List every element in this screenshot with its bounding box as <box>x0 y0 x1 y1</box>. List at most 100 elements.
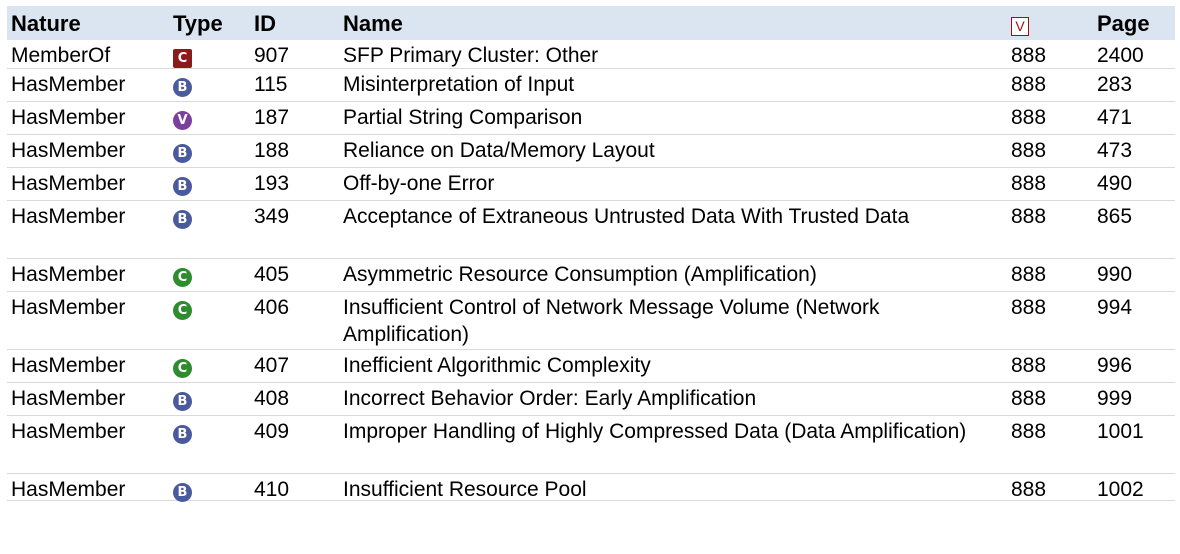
nature-cell: HasMember <box>11 354 126 377</box>
type-cell: B <box>173 203 192 230</box>
type-cell: C <box>173 294 192 321</box>
nature-cell: HasMember <box>11 205 126 228</box>
class-icon: C <box>173 268 192 287</box>
nature-cell: HasMember <box>11 296 126 319</box>
page-cell: 994 <box>1097 296 1133 319</box>
type-cell: B <box>173 418 192 445</box>
base-icon: B <box>173 425 192 444</box>
base-icon: B <box>173 210 192 229</box>
view-cell: 888 <box>1011 387 1047 410</box>
nature-cell: HasMember <box>11 139 126 162</box>
table-row: HasMember B 188 Reliance on Data/Memory Lay… <box>7 135 1175 168</box>
page-cell: 990 <box>1097 263 1133 286</box>
name-cell: Acceptance of Extraneous Untrusted Data … <box>343 205 910 228</box>
view-cell: 888 <box>1011 44 1047 67</box>
header-type: Type <box>173 11 223 36</box>
type-cell: B <box>173 385 192 412</box>
name-cell: Off-by-one Error <box>343 172 495 195</box>
view-cell: 888 <box>1011 420 1047 443</box>
type-cell: B <box>173 476 192 503</box>
id-cell: 408 <box>254 387 290 410</box>
name-cell: SFP Primary Cluster: Other <box>343 44 599 67</box>
variant-icon: V <box>173 111 192 130</box>
name-cell: Reliance on Data/Memory Layout <box>343 139 655 162</box>
type-cell: B <box>173 137 192 164</box>
page-cell: 471 <box>1097 106 1133 129</box>
view-icon-cell: V <box>1011 10 1029 37</box>
table-row: MemberOf C 907 SFP Primary Cluster: Other 88… <box>7 40 1175 69</box>
id-cell: 349 <box>254 205 290 228</box>
base-icon: B <box>173 78 192 97</box>
table-row: HasMember V 187 Partial String Comparison 88… <box>7 102 1175 135</box>
name-cell: Inefficient Algorithmic Complexity <box>343 354 651 377</box>
nature-cell: HasMember <box>11 73 126 96</box>
id-cell: 406 <box>254 296 290 319</box>
view-cell: 888 <box>1011 106 1047 129</box>
table-row: HasMember C 406 Insufficient Control of Net… <box>7 292 1175 350</box>
name-cell: Insufficient Resource Pool <box>343 478 587 501</box>
page-cell: 490 <box>1097 172 1133 195</box>
page-cell: 996 <box>1097 354 1133 377</box>
class-icon: C <box>173 359 192 378</box>
header-nature: Nature <box>11 11 81 36</box>
view-cell: 888 <box>1011 354 1047 377</box>
header-page: Page <box>1097 11 1150 36</box>
name-cell: Misinterpretation of Input <box>343 73 575 96</box>
id-cell: 405 <box>254 263 290 286</box>
name-cell: Incorrect Behavior Order: Early Amplific… <box>343 387 757 410</box>
page-cell: 2400 <box>1097 44 1144 67</box>
page-cell: 1002 <box>1097 478 1144 501</box>
id-cell: 115 <box>254 73 288 96</box>
base-icon: B <box>173 392 192 411</box>
view-cell: 888 <box>1011 139 1047 162</box>
nature-cell: HasMember <box>11 263 126 286</box>
id-cell: 409 <box>254 420 290 443</box>
type-cell: B <box>173 71 192 98</box>
table-row: HasMember B 115 Misinterpretation of Input 8… <box>7 69 1175 102</box>
name-cell: Partial String Comparison <box>343 106 583 129</box>
page-cell: 999 <box>1097 387 1133 410</box>
view-cell: 888 <box>1011 263 1047 286</box>
view-cell: 888 <box>1011 205 1047 228</box>
table-body: MemberOf C 907 SFP Primary Cluster: Other 88… <box>7 40 1175 503</box>
nature-cell: HasMember <box>11 387 126 410</box>
nature-cell: HasMember <box>11 106 126 129</box>
view-cell: 888 <box>1011 172 1047 195</box>
type-cell: C <box>173 352 192 379</box>
name-cell: Insufficient Control of Network Message … <box>343 296 880 346</box>
type-cell: B <box>173 170 192 197</box>
type-cell: C <box>173 261 192 288</box>
view-icon: V <box>1011 17 1029 36</box>
table-row: HasMember B 408 Incorrect Behavior Order: E… <box>7 383 1175 416</box>
view-cell: 888 <box>1011 478 1047 501</box>
base-icon: B <box>173 144 192 163</box>
nature-cell: HasMember <box>11 420 126 443</box>
id-cell: 193 <box>254 172 290 195</box>
page-cell: 473 <box>1097 139 1133 162</box>
page-cell: 1001 <box>1097 420 1144 443</box>
type-cell: C <box>173 42 192 69</box>
table-row: HasMember C 405 Asymmetric Resource Consump… <box>7 259 1175 292</box>
id-cell: 907 <box>254 44 290 67</box>
class-icon: C <box>173 301 192 320</box>
id-cell: 410 <box>254 478 290 501</box>
view-cell: 888 <box>1011 296 1047 319</box>
nature-cell: MemberOf <box>11 44 111 67</box>
type-cell: V <box>173 104 192 131</box>
header-name: Name <box>343 11 403 36</box>
id-cell: 407 <box>254 354 290 377</box>
nature-cell: HasMember <box>11 478 126 501</box>
nature-cell: HasMember <box>11 172 126 195</box>
view-cell: 888 <box>1011 73 1047 96</box>
page-cell: 283 <box>1097 73 1133 96</box>
table-header: Nature Type ID Name V Page <box>7 6 1175 40</box>
table-row: HasMember B 193 Off-by-one Error 888 490 <box>7 168 1175 201</box>
base-icon: B <box>173 177 192 196</box>
table-row: HasMember B 410 Insufficient Resource Pool 8… <box>7 474 1175 503</box>
header-id: ID <box>254 11 276 36</box>
relationships-table: Nature Type ID Name V Page MemberOf C 907 S… <box>7 6 1175 503</box>
name-cell: Improper Handling of Highly Compressed D… <box>343 420 967 443</box>
table-row: HasMember C 407 Inefficient Algorithmic Com… <box>7 350 1175 383</box>
id-cell: 187 <box>254 106 290 129</box>
base-icon: B <box>173 483 192 502</box>
